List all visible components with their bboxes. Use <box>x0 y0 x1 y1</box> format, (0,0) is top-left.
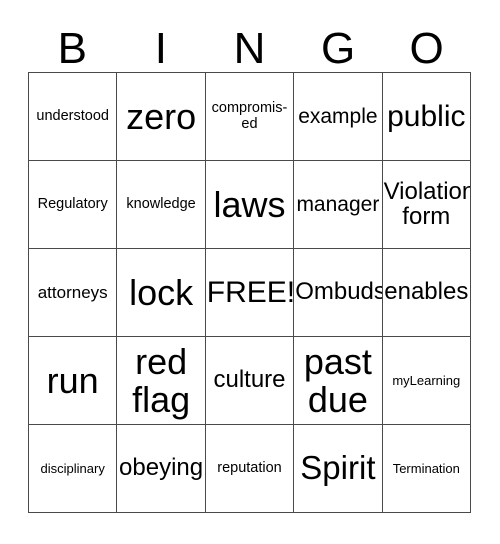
bingo-cell-label: understood <box>36 107 109 124</box>
bingo-cell[interactable]: example <box>294 73 383 161</box>
bingo-cell-label: knowledge <box>126 195 196 212</box>
bingo-cell[interactable]: laws <box>205 161 295 249</box>
bingo-cell[interactable]: red flag <box>117 337 206 425</box>
bingo-header-letter-n: N <box>233 24 266 73</box>
bingo-cell[interactable]: reputation <box>205 425 295 513</box>
bingo-cell[interactable]: Spirit <box>294 425 383 513</box>
bingo-cell-label: obeying <box>119 454 204 482</box>
bingo-cell-label: FREE! <box>206 275 295 309</box>
bingo-cell[interactable]: attorneys <box>29 249 118 337</box>
bingo-cell-label: past due <box>303 341 372 420</box>
bingo-cell-label: run <box>46 359 99 401</box>
bingo-cell[interactable]: obeying <box>117 425 206 513</box>
bingo-cell-label: Ombuds <box>295 278 383 306</box>
bingo-header-letter-i: I <box>154 24 167 73</box>
bingo-cell[interactable]: enables <box>382 249 471 337</box>
bingo-cell-label: enables <box>384 278 469 306</box>
bingo-cell-label: Termination <box>392 460 460 476</box>
bingo-grid: understood zero compromis- ed example pu… <box>28 72 471 513</box>
bingo-header-letter-g: G <box>320 24 356 73</box>
bingo-cell[interactable]: disciplinary <box>29 425 118 513</box>
bingo-cell[interactable]: Termination <box>382 425 471 513</box>
bingo-cell-label: Violation form <box>383 177 471 230</box>
bingo-cell[interactable]: myLearning <box>382 337 471 425</box>
bingo-cell-free[interactable]: FREE! <box>205 249 295 337</box>
bingo-cell[interactable]: understood <box>29 73 118 161</box>
bingo-cell-label: laws <box>213 183 286 225</box>
bingo-cell-label: reputation <box>217 459 282 476</box>
bingo-cell-label: culture <box>213 366 286 394</box>
bingo-cell[interactable]: Ombuds <box>294 249 383 337</box>
bingo-cell[interactable]: lock <box>117 249 206 337</box>
bingo-cell[interactable]: compromis- ed <box>205 73 295 161</box>
bingo-cell-label: lock <box>129 271 194 313</box>
bingo-cell-label: manager <box>296 192 380 216</box>
bingo-cell-label: disciplinary <box>40 460 105 476</box>
bingo-cell[interactable]: zero <box>117 73 206 161</box>
bingo-cell-label: zero <box>126 95 197 137</box>
bingo-cell[interactable]: culture <box>205 337 295 425</box>
bingo-cell[interactable]: Regulatory <box>29 161 118 249</box>
bingo-header-row: B I N G O <box>28 18 471 72</box>
bingo-cell-label: Spirit <box>300 449 376 487</box>
bingo-cell[interactable]: run <box>29 337 118 425</box>
bingo-cell[interactable]: manager <box>294 161 383 249</box>
bingo-cell[interactable]: Violation form <box>382 161 471 249</box>
bingo-cell-label: Regulatory <box>37 195 108 212</box>
bingo-cell-label: example <box>298 104 378 128</box>
bingo-cell[interactable]: past due <box>294 337 383 425</box>
bingo-card: B I N G O understood zero compromis- ed … <box>0 0 500 544</box>
bingo-cell[interactable]: public <box>382 73 471 161</box>
bingo-cell-label: red flag <box>132 341 191 420</box>
bingo-cell-label: public <box>387 99 466 133</box>
bingo-header-letter-o: O <box>409 24 444 73</box>
bingo-cell-label: compromis- ed <box>211 100 288 132</box>
bingo-cell-label: attorneys <box>37 282 108 302</box>
bingo-cell-label: myLearning <box>392 372 461 388</box>
bingo-cell[interactable]: knowledge <box>117 161 206 249</box>
bingo-header-letter-b: B <box>57 24 87 73</box>
